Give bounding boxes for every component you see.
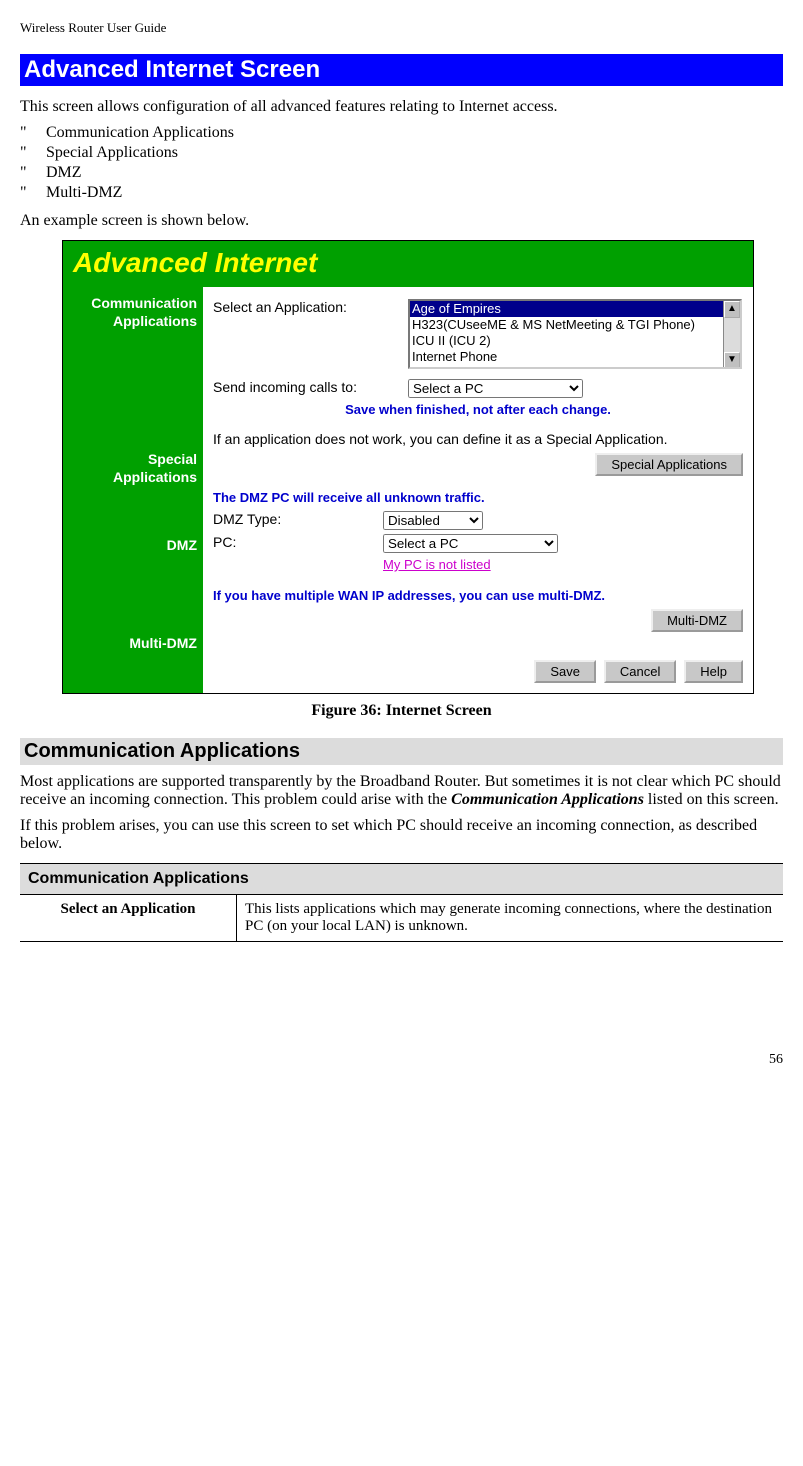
- figure-sidebar: Communication Applications Special Appli…: [63, 287, 203, 693]
- help-button[interactable]: Help: [684, 660, 743, 683]
- intro-text: This screen allows configuration of all …: [20, 98, 783, 116]
- bullet-mark: ": [20, 124, 46, 142]
- figure-advanced-internet: Advanced Internet Communication Applicat…: [62, 240, 754, 694]
- special-applications-button[interactable]: Special Applications: [595, 453, 743, 476]
- sidebar-label-special: Special: [67, 451, 197, 467]
- send-calls-label: Send incoming calls to:: [213, 379, 408, 395]
- text-span: listed on this screen.: [644, 791, 779, 808]
- multi-dmz-button[interactable]: Multi-DMZ: [651, 609, 743, 632]
- listbox-option[interactable]: Internet Phone: [410, 349, 740, 365]
- list-item: " DMZ: [20, 164, 783, 182]
- sidebar-label-comm2: Applications: [67, 313, 197, 329]
- bullet-text: Special Applications: [46, 144, 178, 162]
- sidebar-label-multi: Multi-DMZ: [67, 635, 197, 651]
- comm-para2: If this problem arises, you can use this…: [20, 817, 783, 853]
- dmz-pc-label: PC:: [213, 534, 383, 550]
- comm-apps-table: Communication Applications Select an App…: [20, 863, 783, 942]
- page-number: 56: [20, 1052, 783, 1068]
- dmz-type-select[interactable]: Disabled: [383, 511, 483, 530]
- bullet-text: Communication Applications: [46, 124, 234, 142]
- scroll-down-icon[interactable]: ▼: [724, 352, 740, 369]
- listbox-option[interactable]: Age of Empires: [410, 301, 740, 317]
- list-item: " Multi-DMZ: [20, 184, 783, 202]
- section-title: Advanced Internet Screen: [20, 54, 783, 86]
- list-item: " Special Applications: [20, 144, 783, 162]
- dmz-note: The DMZ PC will receive all unknown traf…: [213, 490, 743, 505]
- bullet-mark: ": [20, 184, 46, 202]
- listbox-option[interactable]: ICU II (ICU 2): [410, 333, 740, 349]
- example-line: An example screen is shown below.: [20, 212, 783, 230]
- table-cell-label: Select an Application: [20, 895, 237, 942]
- list-item: " Communication Applications: [20, 124, 783, 142]
- table-cell-text: This lists applications which may genera…: [237, 895, 784, 942]
- figure-title: Advanced Internet: [73, 247, 317, 278]
- special-app-text: If an application does not work, you can…: [213, 431, 743, 447]
- multi-dmz-note: If you have multiple WAN IP addresses, y…: [213, 588, 743, 603]
- dmz-pc-select[interactable]: Select a PC: [383, 534, 558, 553]
- select-app-label: Select an Application:: [213, 299, 408, 315]
- text-emphasis: Communication Applications: [451, 791, 644, 808]
- sidebar-label-special2: Applications: [67, 469, 197, 485]
- sidebar-label-comm: Communication: [67, 295, 197, 311]
- sidebar-label-dmz: DMZ: [67, 537, 197, 553]
- table-row: Select an Application This lists applica…: [20, 895, 783, 942]
- bullet-mark: ": [20, 144, 46, 162]
- save-button[interactable]: Save: [534, 660, 596, 683]
- cancel-button[interactable]: Cancel: [604, 660, 676, 683]
- figure-main: Select an Application: Age of Empires H3…: [203, 287, 753, 693]
- scrollbar[interactable]: ▲ ▼: [723, 301, 740, 367]
- save-note: Save when finished, not after each chang…: [213, 402, 743, 417]
- dmz-type-label: DMZ Type:: [213, 511, 383, 527]
- my-pc-not-listed-link[interactable]: My PC is not listed: [383, 557, 491, 572]
- scroll-up-icon[interactable]: ▲: [724, 301, 740, 318]
- table-header: Communication Applications: [20, 864, 783, 895]
- comm-apps-heading: Communication Applications: [20, 738, 783, 765]
- doc-header: Wireless Router User Guide: [20, 20, 783, 36]
- listbox-option[interactable]: H323(CUseeME & MS NetMeeting & TGI Phone…: [410, 317, 740, 333]
- bullet-text: DMZ: [46, 164, 82, 182]
- figure-title-bar: Advanced Internet: [63, 241, 753, 287]
- send-calls-select[interactable]: Select a PC: [408, 379, 583, 398]
- figure-caption: Figure 36: Internet Screen: [20, 702, 783, 720]
- application-listbox[interactable]: Age of Empires H323(CUseeME & MS NetMeet…: [408, 299, 742, 369]
- comm-para1: Most applications are supported transpar…: [20, 773, 783, 809]
- bullet-list: " Communication Applications " Special A…: [20, 124, 783, 202]
- bullet-text: Multi-DMZ: [46, 184, 122, 202]
- bullet-mark: ": [20, 164, 46, 182]
